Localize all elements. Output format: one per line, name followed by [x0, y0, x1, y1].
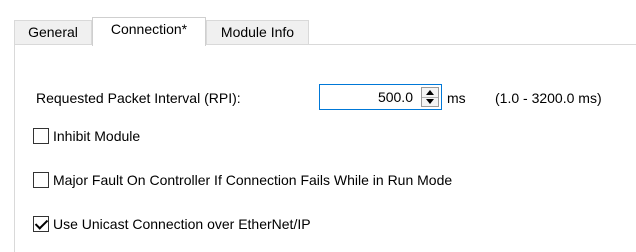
tab-module-info[interactable]: Module Info — [206, 20, 309, 44]
checkmark-icon — [34, 216, 49, 230]
inhibit-module-option[interactable]: Inhibit Module — [33, 128, 140, 144]
unicast-label: Use Unicast Connection over EtherNet/IP — [53, 216, 311, 232]
inhibit-module-checkbox[interactable] — [33, 128, 49, 144]
rpi-unit: ms — [447, 90, 466, 106]
major-fault-label: Major Fault On Controller If Connection … — [53, 172, 453, 188]
unicast-checkbox[interactable] — [33, 216, 49, 232]
rpi-label: Requested Packet Interval (RPI): — [36, 90, 241, 106]
major-fault-option[interactable]: Major Fault On Controller If Connection … — [33, 172, 452, 188]
rpi-input[interactable]: 500.0 — [319, 84, 442, 110]
tab-general[interactable]: General — [14, 20, 92, 44]
rpi-range-hint: (1.0 - 3200.0 ms) — [495, 90, 602, 106]
spin-down-icon[interactable] — [422, 97, 438, 106]
rpi-value[interactable]: 500.0 — [378, 89, 413, 105]
major-fault-checkbox[interactable] — [33, 172, 49, 188]
inhibit-module-label: Inhibit Module — [53, 128, 141, 144]
tab-connection[interactable]: Connection* — [92, 17, 206, 46]
rpi-spinner[interactable] — [421, 87, 439, 107]
unicast-option[interactable]: Use Unicast Connection over EtherNet/IP — [33, 216, 311, 232]
